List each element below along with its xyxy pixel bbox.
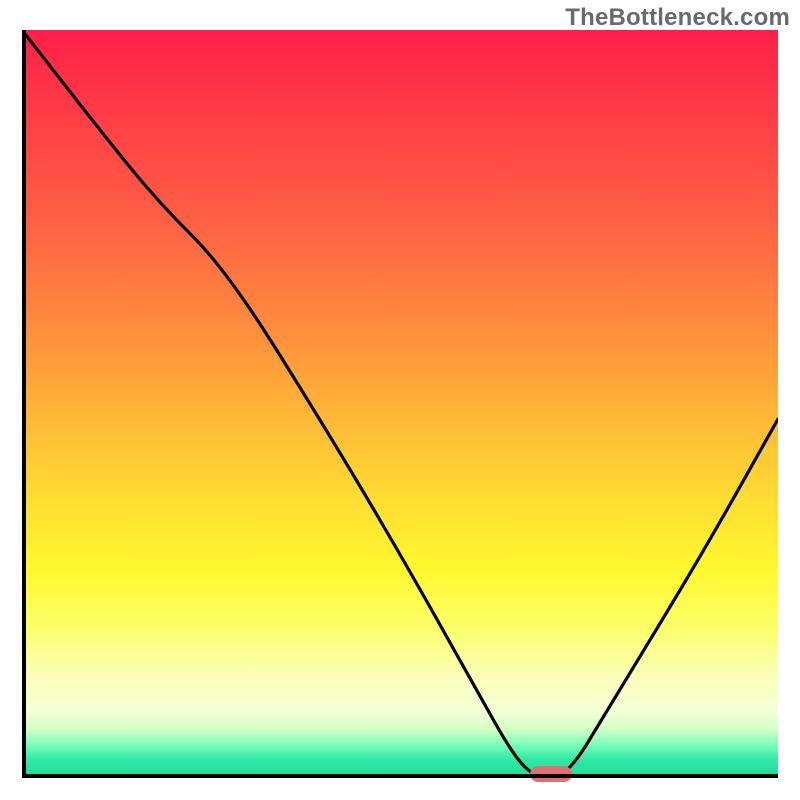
curve-path	[22, 30, 778, 778]
plot-area	[22, 30, 778, 778]
chart-container: TheBottleneck.com	[0, 0, 800, 800]
watermark-text: TheBottleneck.com	[565, 4, 790, 32]
bottleneck-curve	[22, 30, 778, 778]
optimal-marker	[530, 766, 572, 782]
